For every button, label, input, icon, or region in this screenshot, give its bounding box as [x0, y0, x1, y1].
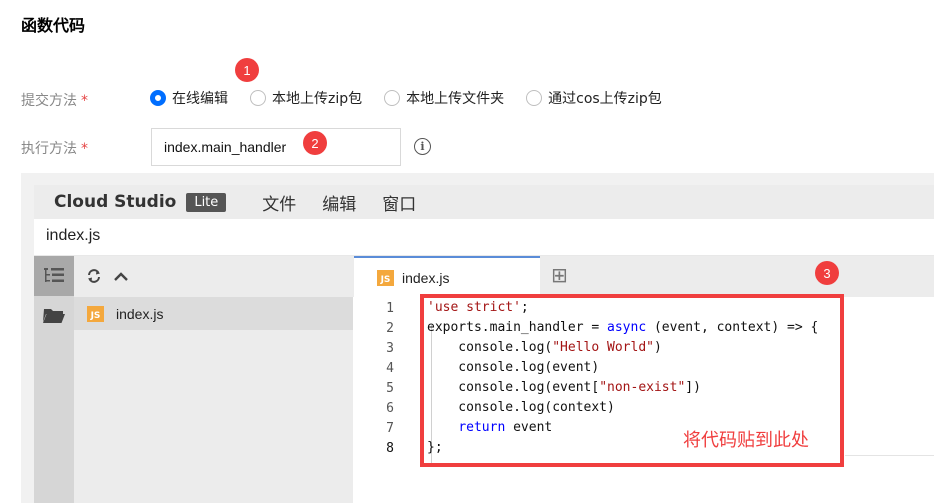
line-number: 5 [386, 381, 394, 396]
annotation-badge-3: 3 [815, 261, 839, 285]
collapse-up-icon[interactable] [113, 269, 129, 288]
annotation-badge-1: 1 [235, 58, 259, 82]
menu-file[interactable]: 文件 [262, 190, 296, 215]
required-mark: * [81, 93, 88, 109]
annotation-note: 将代码贴到此处 [683, 430, 809, 451]
js-file-icon: JS [377, 269, 394, 286]
line-number: 2 [386, 321, 394, 336]
section-title: 函数代码 [21, 16, 86, 35]
line-number: 4 [386, 361, 394, 376]
ide-brand: Cloud Studio [54, 192, 177, 212]
radio-online-edit[interactable]: 在线编辑 [150, 88, 228, 108]
ide-path-bar: index.js [34, 219, 934, 256]
radio-label: 本地上传zip包 [272, 91, 363, 107]
activity-explorer-button[interactable] [34, 256, 74, 296]
editor-divider [845, 455, 934, 456]
radio-label: 本地上传文件夹 [406, 91, 505, 107]
radio-circle-icon[interactable] [150, 90, 166, 106]
line-number: 7 [386, 421, 394, 436]
ide-path-text: index.js [46, 227, 101, 244]
refresh-icon[interactable] [86, 268, 102, 288]
submit-method-label: 提交方法 * [21, 90, 88, 110]
line-number: 1 [386, 301, 394, 316]
exec-method-label: 执行方法 * [21, 138, 88, 158]
menu-edit[interactable]: 编辑 [322, 190, 356, 215]
required-mark: * [81, 141, 88, 157]
exec-method-input[interactable] [151, 128, 401, 166]
line-gutter: 1 2 3 4 5 6 7 8 [353, 297, 413, 503]
line-number: 6 [386, 401, 394, 416]
activity-folder-button[interactable] [34, 300, 74, 330]
radio-local-folder[interactable]: 本地上传文件夹 [384, 88, 504, 108]
js-file-icon: JS [87, 305, 104, 322]
add-tab-icon[interactable]: ⊞ [551, 265, 568, 285]
radio-label: 在线编辑 [172, 91, 228, 107]
explorer-file-name: index.js [116, 305, 164, 322]
submit-method-label-text: 提交方法 [21, 93, 77, 109]
ide-topbar: Cloud Studio Lite 文件 编辑 窗口 [34, 185, 934, 219]
menu-window[interactable]: 窗口 [382, 190, 416, 215]
submit-method-radio-group: 在线编辑 本地上传zip包 本地上传文件夹 通过cos上传zip包 [150, 87, 684, 109]
tree-list-icon [44, 268, 64, 282]
refresh-icon-svg [88, 269, 100, 283]
line-number: 8 [386, 441, 394, 456]
folder-icon [43, 309, 65, 323]
tab-index-js[interactable]: JS index.js [354, 256, 540, 297]
radio-circle-icon[interactable] [526, 90, 543, 106]
annotation-badge-2: 2 [303, 131, 327, 155]
radio-cos-zip[interactable]: 通过cos上传zip包 [526, 88, 662, 108]
radio-label: 通过cos上传zip包 [548, 91, 662, 107]
tab-label: index.js [402, 269, 450, 286]
radio-circle-icon[interactable] [250, 90, 266, 106]
radio-local-zip[interactable]: 本地上传zip包 [250, 88, 362, 108]
lite-badge: Lite [186, 192, 227, 212]
chevron-up-icon [114, 272, 128, 281]
explorer-file-item[interactable]: JS index.js [74, 297, 353, 330]
line-number: 3 [386, 341, 394, 356]
file-explorer [74, 256, 353, 503]
info-icon[interactable]: i [414, 138, 431, 155]
radio-circle-icon[interactable] [384, 90, 401, 106]
exec-method-label-text: 执行方法 [21, 141, 77, 157]
